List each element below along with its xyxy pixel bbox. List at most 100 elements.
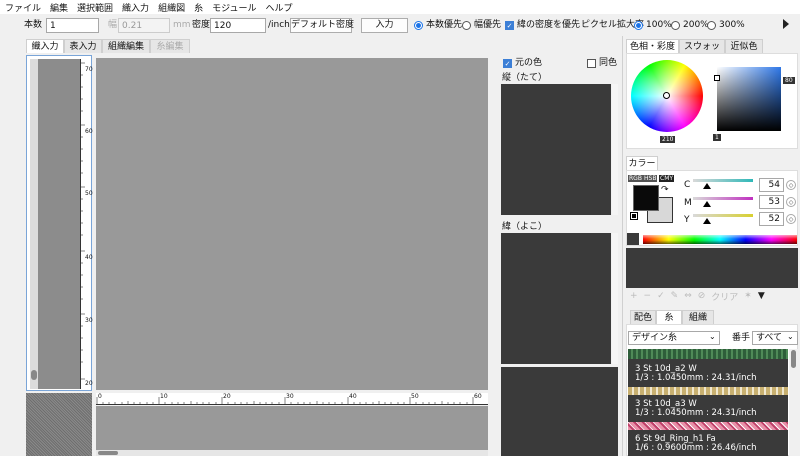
m-slider[interactable] <box>693 197 753 200</box>
mode-cmy[interactable]: CMY <box>659 175 675 182</box>
width-input[interactable]: 0.21 <box>118 18 170 33</box>
m-slider-thumb[interactable] <box>703 201 711 207</box>
menu-edit[interactable]: 編集 <box>50 1 68 14</box>
menu-help[interactable]: ヘルプ <box>265 1 292 14</box>
c-stepper[interactable]: ◇ <box>786 180 796 190</box>
clear-button[interactable]: クリア <box>711 290 738 303</box>
vertical-ruler: 70 60 50 40 30 20 <box>80 59 93 389</box>
h-scroll-thumb[interactable] <box>98 451 118 455</box>
m-stepper[interactable]: ◇ <box>786 197 796 207</box>
warp-scrollbar[interactable] <box>30 59 38 389</box>
tab-hue-saturation[interactable]: 色相・彩度 <box>626 39 679 53</box>
yarn-texture-swatch <box>628 387 788 395</box>
count-priority-radio[interactable] <box>414 21 423 30</box>
zoom-200-label: 200% <box>683 20 709 30</box>
yarn-texture-swatch <box>628 422 788 430</box>
zoom-100-radio[interactable] <box>634 21 643 30</box>
y-slider[interactable] <box>693 214 753 217</box>
yarn-list[interactable]: 3 St 10d_a2 W 1/3 : 1.0450mm : 24.31/inc… <box>628 349 788 456</box>
density-input[interactable]: 120 <box>210 18 266 33</box>
prohibit-icon[interactable]: ⊘ <box>698 291 706 301</box>
hue-wheel[interactable] <box>631 60 703 132</box>
mode-hsb[interactable]: HSB <box>643 175 658 182</box>
tab-color[interactable]: カラー <box>626 156 658 170</box>
c-slider[interactable] <box>693 179 753 182</box>
star-icon[interactable]: ✶ <box>744 291 752 301</box>
current-color-chip <box>627 233 639 245</box>
tab-weave-input[interactable]: 織入力 <box>26 39 64 53</box>
order-label: 番手 <box>732 333 751 343</box>
menu-yarn[interactable]: 糸 <box>194 1 203 14</box>
tab-similar-colors[interactable]: 近似色 <box>725 39 763 53</box>
count-input[interactable]: 1 <box>46 18 99 33</box>
tab-weave[interactable]: 組織 <box>682 310 714 324</box>
horizontal-scrollbar[interactable] <box>96 450 488 456</box>
horizontal-ruler: 0 10 20 30 40 50 60 <box>96 393 488 405</box>
y-value-input[interactable]: 52 <box>759 212 784 226</box>
swatch-area[interactable] <box>626 248 798 288</box>
hue-wheel-cursor[interactable] <box>663 92 670 99</box>
prefer-density-label: 緯の密度を優先 <box>517 20 581 30</box>
warp-strip[interactable] <box>38 59 80 389</box>
width-priority-radio[interactable] <box>462 21 471 30</box>
warp-scroll-thumb[interactable] <box>31 370 37 380</box>
warp-list-scrollbar[interactable] <box>612 84 618 215</box>
c-value-input[interactable]: 54 <box>759 178 784 192</box>
order-chevron-down-icon[interactable]: ⌄ <box>787 332 794 341</box>
pen-icon[interactable]: ✎ <box>671 291 679 301</box>
original-color-checkbox[interactable]: ✓ <box>503 59 512 68</box>
menu-weave-input[interactable]: 織入力 <box>122 1 149 14</box>
tab-color-scheme[interactable]: 配色 <box>630 310 656 324</box>
menu-selection[interactable]: 選択範囲 <box>77 1 113 14</box>
tab-yarn[interactable]: 糸 <box>656 310 682 324</box>
menu-file[interactable]: ファイル <box>5 1 41 14</box>
remove-icon[interactable]: − <box>644 291 652 301</box>
input-button[interactable]: 入力 <box>361 18 408 33</box>
yarn-list-scrollbar[interactable] <box>789 349 798 456</box>
menu-weave-diagram[interactable]: 組織図 <box>158 1 185 14</box>
sv-cursor[interactable] <box>714 75 720 81</box>
weft-yarn-list[interactable] <box>501 233 611 364</box>
yarn-detail: 1/3 : 1.0450mm : 24.31/inch <box>635 408 757 418</box>
zoom-300-radio[interactable] <box>707 21 716 30</box>
foreground-color-swatch[interactable] <box>633 185 659 211</box>
default-density-button[interactable]: デフォルト密度 <box>290 18 354 33</box>
ruler-h-label: 50 <box>411 393 419 400</box>
add-icon[interactable]: + <box>630 291 638 301</box>
weft-strip[interactable] <box>96 406 488 450</box>
zoom-200-radio[interactable] <box>671 21 680 30</box>
weft-list-scrollbar[interactable] <box>612 233 618 364</box>
prefer-density-checkbox[interactable]: ✓ <box>505 21 514 30</box>
c-slider-thumb[interactable] <box>703 183 711 189</box>
yarn-list-scroll-thumb[interactable] <box>791 350 796 368</box>
warp-ruler-panel: 70 60 50 40 30 20 <box>26 55 93 391</box>
same-color-checkbox[interactable] <box>587 59 596 68</box>
m-label: M <box>684 198 692 208</box>
swap-colors-icon[interactable]: ↷ <box>661 185 669 195</box>
saturation-value-square[interactable] <box>714 67 781 131</box>
ruler-h-label: 60 <box>474 393 482 400</box>
yarn-type-chevron-down-icon[interactable]: ⌄ <box>709 332 716 341</box>
density-unit: /inch <box>268 20 290 30</box>
warp-yarn-list[interactable] <box>501 84 611 215</box>
tab-table-input[interactable]: 表入力 <box>64 39 102 53</box>
arrows-icon[interactable]: ⇔ <box>684 291 692 301</box>
y-slider-thumb[interactable] <box>703 218 711 224</box>
m-value-input[interactable]: 53 <box>759 195 784 209</box>
tab-weave-edit[interactable]: 組織編集 <box>102 39 150 53</box>
dropdown-triangle-icon[interactable]: ▼ <box>758 291 765 301</box>
play-arrow-icon[interactable] <box>783 19 789 29</box>
menu-module[interactable]: モジュール <box>212 1 256 14</box>
tab-swatch[interactable]: スウォッチ <box>679 39 725 66</box>
ruler-v-label: 50 <box>85 190 93 197</box>
count-priority-label: 本数優先 <box>426 20 463 30</box>
weft-label: 緯（よこ） <box>502 222 548 232</box>
check-icon[interactable]: ✓ <box>657 291 665 301</box>
spectrum-bar[interactable] <box>643 235 797 244</box>
y-stepper[interactable]: ◇ <box>786 214 796 224</box>
weave-canvas[interactable] <box>96 58 488 390</box>
tab-yarn-edit[interactable]: 糸編集 <box>150 39 190 53</box>
reset-colors-icon[interactable] <box>630 212 638 220</box>
yarn-type-select[interactable]: デザイン糸 <box>628 331 720 345</box>
mode-rgb[interactable]: RGB <box>628 175 643 182</box>
